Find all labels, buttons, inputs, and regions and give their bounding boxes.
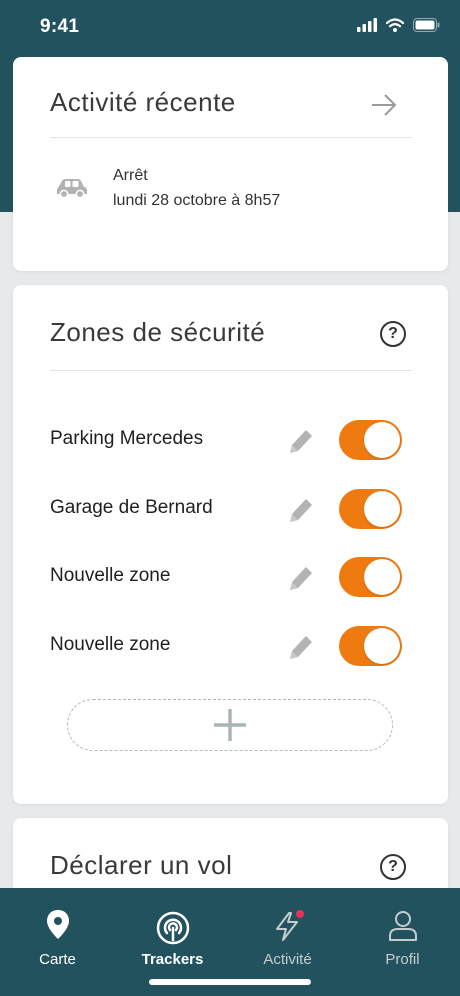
card-divider <box>50 137 412 138</box>
nav-item-carte[interactable]: Carte <box>0 888 115 978</box>
tracker-icon <box>156 911 189 945</box>
nav-label: Profil <box>385 951 420 968</box>
zone-row: Nouvelle zone <box>13 552 448 602</box>
toggle-knob <box>364 628 400 664</box>
user-icon <box>388 911 417 941</box>
plus-icon <box>214 709 246 741</box>
edit-pencil-icon[interactable] <box>286 632 314 662</box>
safety-zones-card: Zones de sécurité ? Parking Mercedes Gar… <box>13 285 448 804</box>
home-indicator <box>149 979 311 985</box>
declare-theft-title: Déclarer un vol <box>50 850 233 880</box>
nav-label: Trackers <box>141 951 204 968</box>
help-icon[interactable]: ? <box>380 321 406 347</box>
nav-item-trackers[interactable]: Trackers <box>115 888 230 978</box>
zone-name: Nouvelle zone <box>50 565 171 586</box>
zone-name: Parking Mercedes <box>50 428 204 449</box>
status-bar: 9:41 <box>0 0 460 56</box>
edit-pencil-icon[interactable] <box>286 426 314 456</box>
zone-row: Nouvelle zone <box>13 621 448 671</box>
signal-icon <box>357 18 377 32</box>
zone-name: Garage de Bernard <box>50 497 213 518</box>
nav-label: Carte <box>39 951 76 968</box>
safety-zones-title: Zones de sécurité <box>50 317 266 347</box>
zone-toggle[interactable] <box>339 557 402 597</box>
wifi-icon <box>386 18 404 32</box>
activity-status: Arrêt <box>113 167 148 184</box>
toggle-knob <box>364 491 400 527</box>
card-divider <box>50 370 412 371</box>
nav-item-profil[interactable]: Profil <box>345 888 460 978</box>
add-zone-button[interactable] <box>67 699 393 751</box>
recent-activity-card[interactable]: Activité récente Arrêt lundi 28 octobre … <box>13 57 448 271</box>
zone-toggle[interactable] <box>339 489 402 529</box>
status-icons <box>357 18 440 32</box>
edit-pencil-icon[interactable] <box>286 563 314 593</box>
notification-badge <box>295 910 304 918</box>
help-icon[interactable]: ? <box>380 854 406 880</box>
lightning-icon <box>275 910 304 941</box>
nav-label: Activité <box>263 951 312 968</box>
arrow-right-icon[interactable] <box>370 93 398 117</box>
zone-row: Garage de Bernard <box>13 484 448 534</box>
toggle-knob <box>364 559 400 595</box>
recent-activity-title: Activité récente <box>50 87 236 117</box>
edit-pencil-icon[interactable] <box>286 495 314 525</box>
zone-toggle[interactable] <box>339 626 402 666</box>
battery-icon <box>413 18 440 32</box>
activity-datetime: lundi 28 octobre à 8h57 <box>113 192 281 209</box>
status-time: 9:41 <box>40 16 80 37</box>
nav-item-activite[interactable]: Activité <box>230 888 345 978</box>
zone-name: Nouvelle zone <box>50 634 171 655</box>
zone-row: Parking Mercedes <box>13 415 448 465</box>
zone-toggle[interactable] <box>339 420 402 460</box>
map-pin-icon <box>46 910 69 939</box>
car-icon <box>57 179 87 199</box>
toggle-knob <box>364 422 400 458</box>
